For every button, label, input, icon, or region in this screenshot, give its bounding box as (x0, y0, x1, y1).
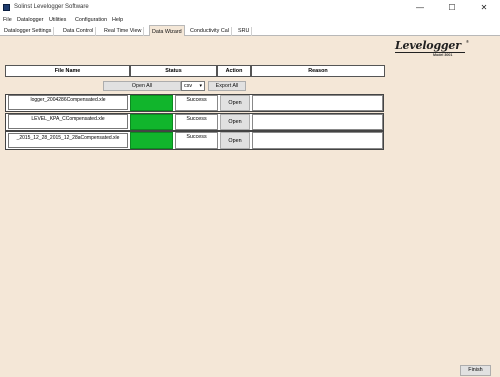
file-name-cell: _2015_12_28_2015_12_28aCompensated.xle (8, 133, 128, 148)
menu-bar: File Datalogger Utilities Configuration … (0, 16, 500, 25)
menu-file[interactable]: File (3, 17, 12, 23)
title-bar: Solinst Levelogger Software — ☐ ✕ (0, 0, 500, 16)
finish-button[interactable]: Finish (460, 365, 491, 376)
header-status: Status (130, 65, 217, 77)
menu-datalogger[interactable]: Datalogger (17, 17, 43, 23)
tab-data-control[interactable]: Data Control (61, 27, 97, 36)
registered-mark: ® (466, 39, 469, 44)
tab-conductivity-cal[interactable]: Conductivity Cal (188, 27, 232, 36)
close-button[interactable]: ✕ (470, 1, 498, 15)
open-button[interactable]: Open (220, 95, 250, 111)
status-message: Success (175, 132, 218, 149)
maximize-button[interactable]: ☐ (438, 1, 466, 15)
chevron-down-icon: ▾ (199, 83, 202, 89)
logo-wordmark: Levelogger (395, 39, 461, 52)
reason-cell (252, 114, 383, 130)
tab-sru[interactable]: SRU (236, 27, 253, 36)
tab-datalogger-settings[interactable]: Datalogger Settings (2, 27, 55, 36)
menu-utilities[interactable]: Utilities (49, 17, 66, 23)
status-message: Success (175, 95, 218, 111)
status-indicator (130, 132, 173, 149)
status-indicator (130, 95, 173, 111)
export-all-button[interactable]: Export All (208, 81, 246, 91)
open-button[interactable]: Open (220, 132, 250, 149)
data-wizard-panel: Levelogger ® Model 3001 File Name Status… (0, 36, 500, 377)
reason-cell (252, 95, 383, 111)
file-name-cell: logger_2004286Compensated.xle (8, 95, 128, 110)
header-file-name: File Name (5, 65, 130, 77)
header-action: Action (217, 65, 251, 77)
file-name-cell: LEVEL_KPA_CCompensated.xle (8, 114, 128, 129)
window-title: Solinst Levelogger Software (14, 4, 89, 10)
status-indicator (130, 114, 173, 130)
logo-underline (395, 52, 465, 53)
format-select[interactable]: csv ▾ (181, 81, 205, 91)
open-all-button[interactable]: Open All (103, 81, 181, 91)
app-icon (3, 4, 10, 11)
logo-subtitle: Model 3001 (433, 53, 453, 57)
minimize-button[interactable]: — (406, 1, 434, 15)
levelogger-logo: Levelogger ® Model 3001 (395, 39, 475, 57)
menu-help[interactable]: Help (112, 17, 123, 23)
tab-real-time-view[interactable]: Real Time View (102, 27, 145, 36)
header-reason: Reason (251, 65, 385, 77)
format-select-value: csv (184, 83, 193, 89)
menu-configuration[interactable]: Configuration (75, 17, 107, 23)
tab-bar: Datalogger Settings Data Control Real Ti… (0, 25, 500, 37)
status-message: Success (175, 114, 218, 130)
open-button[interactable]: Open (220, 114, 250, 130)
reason-cell (252, 132, 383, 149)
